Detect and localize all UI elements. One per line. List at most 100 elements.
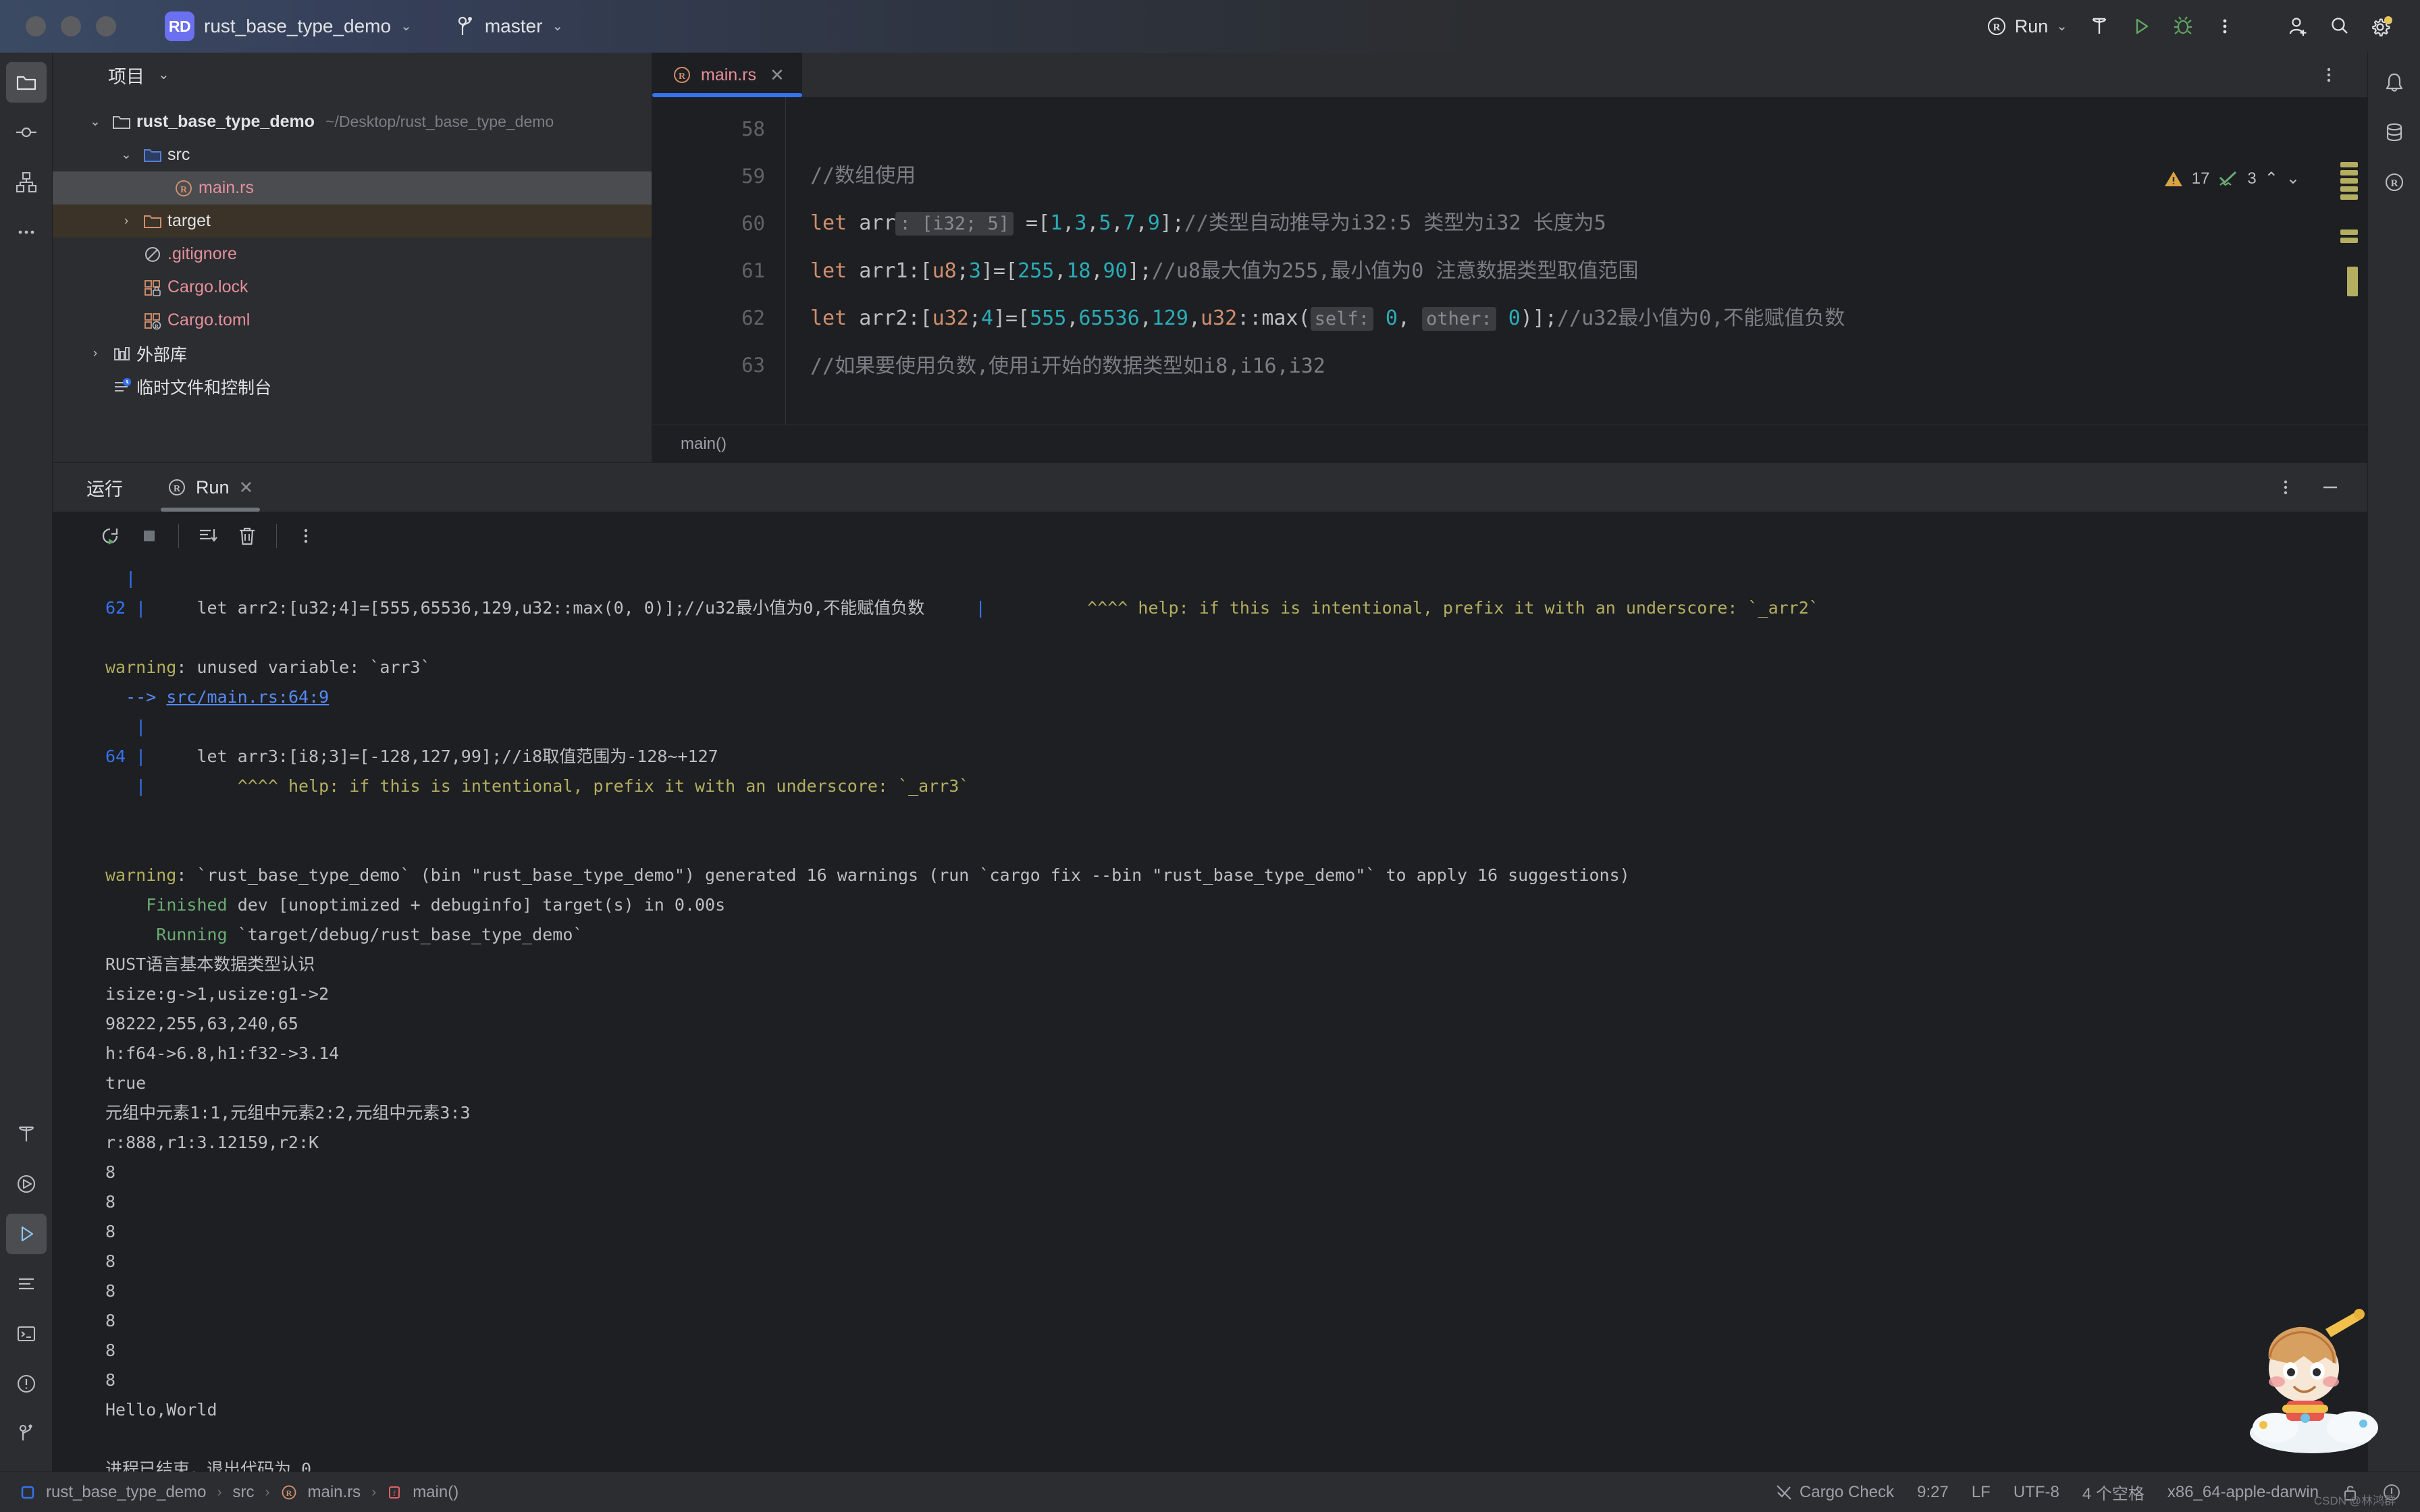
editor-options-button[interactable] (2308, 54, 2350, 96)
cargo-check-status[interactable]: Cargo Check (1775, 1483, 1894, 1502)
settings-button[interactable] (2361, 5, 2402, 47)
line-number[interactable]: 58 (652, 105, 765, 153)
rust-icon: R (281, 1484, 297, 1501)
line-number[interactable]: 60 (652, 200, 765, 247)
indent-setting[interactable]: 4 个空格 (2082, 1480, 2145, 1504)
tool-window-commit[interactable] (6, 112, 47, 153)
notifications-button[interactable] (2374, 62, 2415, 103)
tool-window-todo[interactable] (6, 1264, 47, 1304)
tool-window-project[interactable] (6, 62, 47, 103)
warning-count: 17 (2192, 169, 2210, 188)
tree-item-cargo.lock[interactable]: Cargo.lock (53, 271, 652, 304)
rust-tool-button[interactable]: R (2374, 162, 2415, 202)
breadcrumb-item[interactable]: rust_base_type_demo (46, 1483, 207, 1502)
tool-window-more[interactable] (6, 212, 47, 252)
chevron-down-icon[interactable]: ⌄ (158, 68, 169, 82)
upper-area: 项目 ⌄ ⌄rust_base_type_demo~/Desktop/rust_… (53, 53, 2367, 462)
vcs-branch-widget[interactable]: master ⌄ (456, 16, 563, 37)
database-button[interactable] (2374, 112, 2415, 153)
console-text: Running (156, 925, 227, 944)
next-problem-icon[interactable]: ⌄ (2286, 169, 2300, 188)
close-icon[interactable]: ✕ (770, 66, 785, 84)
project-tree: ⌄rust_base_type_demo~/Desktop/rust_base_… (53, 97, 652, 403)
line-number[interactable]: 63 (652, 342, 765, 389)
tree-item-cargo.toml[interactable]: RCargo.toml (53, 304, 652, 337)
line-number[interactable]: 59 (652, 153, 765, 200)
add-user-button[interactable] (2277, 5, 2319, 47)
run-options-button[interactable] (2266, 468, 2305, 507)
tool-window-version-control[interactable] (6, 1413, 47, 1454)
line-number[interactable]: 61 (652, 247, 765, 294)
code-line[interactable]: let arr2:[u32;4]=[555,65536,129,u32::max… (810, 295, 2367, 343)
run-tab[interactable]: R Run ✕ (154, 463, 267, 512)
editor-viewport[interactable]: 585960616263 //数组使用let arr: [i32; 5] =[1… (652, 97, 2367, 425)
code-token-num: 1 (1050, 211, 1062, 235)
code-line[interactable] (810, 105, 2367, 153)
stop-button[interactable] (130, 516, 169, 556)
close-icon[interactable]: ✕ (239, 477, 254, 498)
tree-item-main.rs[interactable]: Rmain.rs (53, 171, 652, 205)
chevron-down-icon[interactable]: ⌄ (84, 114, 107, 130)
editor-breadcrumb[interactable]: main() (652, 425, 2367, 462)
caret-position[interactable]: 9:27 (1917, 1483, 1949, 1502)
tree-item-[interactable]: ›外部库 (53, 337, 652, 370)
chevron-right-icon[interactable]: › (115, 214, 138, 229)
build-button[interactable] (2078, 5, 2120, 47)
console-line: 8 (53, 1158, 2367, 1187)
console-line: h:f64->6.8,h1:f32->3.14 (53, 1039, 2367, 1069)
scroll-to-end-button[interactable] (188, 516, 228, 556)
run-configuration-selector[interactable]: R Run ⌄ (1976, 7, 2078, 46)
line-separator[interactable]: LF (1972, 1483, 1991, 1502)
tool-window-run[interactable] (6, 1214, 47, 1254)
tree-item-.gitignore[interactable]: .gitignore (53, 238, 652, 271)
clear-console-button[interactable] (228, 516, 267, 556)
chevron-down-icon[interactable]: ⌄ (115, 147, 138, 163)
maximize-window-button[interactable] (96, 16, 116, 36)
rerun-button[interactable] (90, 516, 130, 556)
console-line: Running `target/debug/rust_base_type_dem… (53, 920, 2367, 950)
project-panel-header[interactable]: 项目 ⌄ (53, 53, 652, 97)
editor-code[interactable]: //数组使用let arr: [i32; 5] =[1,3,5,7,9];//类… (786, 97, 2367, 425)
project-selector[interactable]: RD rust_base_type_demo ⌄ (155, 6, 421, 47)
code-token-cmt: //如果要使用负数,使用i开始的数据类型如i8,i16,i32 (810, 354, 1325, 378)
debug-button[interactable] (2162, 5, 2204, 47)
tool-window-structure[interactable] (6, 162, 47, 202)
breadcrumb[interactable]: rust_base_type_demo›src›Rmain.rs›fmain() (20, 1483, 458, 1502)
search-button[interactable] (2319, 5, 2361, 47)
console-more-button[interactable] (286, 516, 325, 556)
tool-window-build[interactable] (6, 1114, 47, 1154)
console-file-link[interactable]: src/main.rs:64:9 (166, 687, 329, 707)
chevron-right-icon[interactable]: › (84, 346, 107, 361)
tree-item-src[interactable]: ⌄src (53, 138, 652, 171)
run-button[interactable] (2120, 5, 2162, 47)
breadcrumb-separator: › (217, 1484, 222, 1501)
tool-window-terminal[interactable] (6, 1314, 47, 1354)
toolchain-label[interactable]: x86_64-apple-darwin (2167, 1483, 2319, 1502)
window-controls[interactable] (0, 16, 116, 36)
more-actions-button[interactable] (2204, 5, 2246, 47)
breadcrumb-item[interactable]: main.rs (308, 1483, 361, 1502)
file-encoding[interactable]: UTF-8 (2014, 1483, 2059, 1502)
breadcrumb-item[interactable]: src (233, 1483, 255, 1502)
code-line[interactable]: //如果要使用负数,使用i开始的数据类型如i8,i16,i32 (810, 343, 2367, 390)
console-line: RUST语言基本数据类型认识 (53, 950, 2367, 979)
code-line[interactable]: let arr1:[u8;3]=[255,18,90];//u8最大值为255,… (810, 248, 2367, 295)
console-line: 62 | let arr2:[u32;4]=[555,65536,129,u32… (53, 593, 2367, 623)
run-console-output[interactable]: |62 | let arr2:[u32;4]=[555,65536,129,u3… (53, 560, 2367, 1472)
prev-problem-icon[interactable]: ⌃ (2265, 169, 2278, 188)
minimize-window-button[interactable] (61, 16, 81, 36)
close-window-button[interactable] (26, 16, 46, 36)
line-number[interactable]: 62 (652, 294, 765, 342)
editor-tab-main-rs[interactable]: R main.rs ✕ (652, 53, 802, 97)
tree-item-[interactable]: 临时文件和控制台 (53, 370, 652, 403)
minimize-panel-button[interactable] (2311, 468, 2350, 507)
inspections-widget[interactable]: 17 3 ⌃ ⌄ (2163, 169, 2300, 188)
breadcrumb-item[interactable]: main() (413, 1483, 458, 1502)
tree-item-target[interactable]: ›target (53, 205, 652, 238)
code-line[interactable]: let arr: [i32; 5] =[1,3,5,7,9];//类型自动推导为… (810, 200, 2367, 248)
tree-item-rust_base_type_demo[interactable]: ⌄rust_base_type_demo~/Desktop/rust_base_… (53, 105, 652, 138)
tool-window-problems[interactable] (6, 1364, 47, 1404)
editor-gutter[interactable]: 585960616263 (652, 97, 786, 425)
code-line[interactable]: //数组使用 (810, 153, 2367, 200)
tool-window-services[interactable] (6, 1164, 47, 1204)
